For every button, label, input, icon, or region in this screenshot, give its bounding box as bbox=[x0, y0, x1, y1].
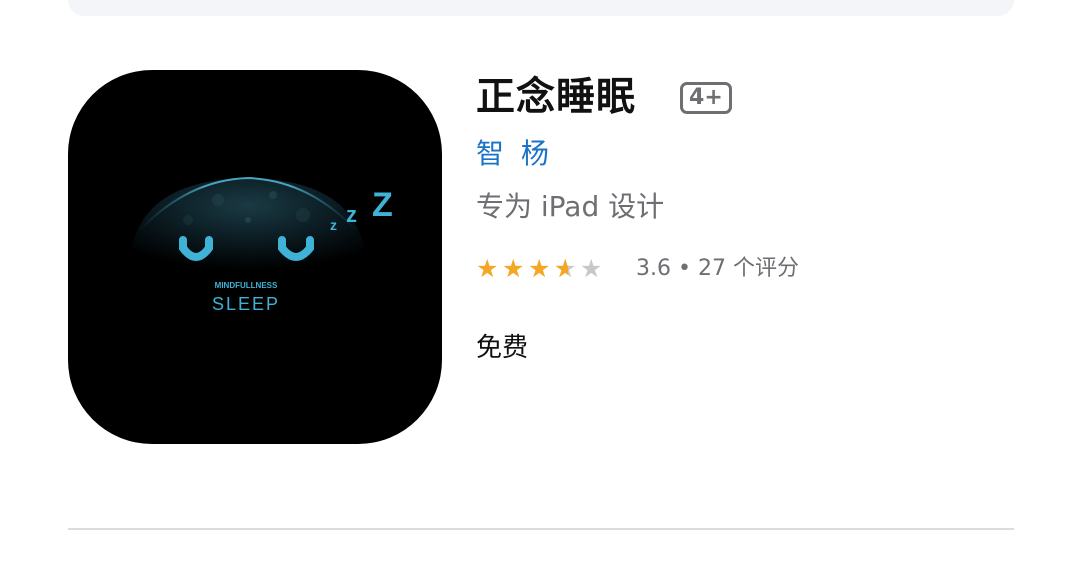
star-icon: ★ bbox=[528, 254, 551, 283]
star-rating: ★ ★ ★ ★ ★ ★ bbox=[476, 254, 606, 284]
planet-crater bbox=[183, 215, 193, 225]
planet-crater bbox=[245, 217, 251, 223]
star-icon: ★ bbox=[502, 254, 525, 283]
developer-link[interactable]: 智 杨 bbox=[476, 135, 553, 173]
planet-crater bbox=[269, 191, 277, 199]
price-label[interactable]: 免费 bbox=[476, 330, 528, 366]
age-rating-badge: 4+ bbox=[680, 82, 732, 114]
icon-brand-large: SLEEP bbox=[212, 294, 280, 314]
planet-crater bbox=[296, 208, 310, 222]
title-row: 正念睡眠 4+ bbox=[476, 72, 732, 124]
divider bbox=[68, 528, 1014, 530]
app-icon-artwork: z z Z MINDFULLNESS SLEEP bbox=[130, 176, 393, 314]
star-empty-icon: ★ bbox=[580, 254, 603, 283]
star-icon: ★ bbox=[476, 254, 499, 283]
star-half-icon: ★ ★ bbox=[554, 254, 577, 283]
previous-card-edge bbox=[68, 0, 1014, 16]
app-icon[interactable]: z z Z MINDFULLNESS SLEEP bbox=[68, 70, 442, 444]
zzz-medium: z bbox=[346, 202, 357, 227]
zzz-small: z bbox=[330, 217, 337, 233]
rating-summary: 3.6 • 27 个评分 bbox=[636, 256, 799, 281]
app-title: 正念睡眠 bbox=[476, 75, 637, 120]
planet-crater bbox=[212, 194, 224, 206]
zzz-large: Z bbox=[372, 186, 393, 224]
icon-brand-small: MINDFULLNESS bbox=[215, 281, 278, 290]
app-subtitle: 专为 iPad 设计 bbox=[476, 190, 665, 223]
rating-row[interactable]: ★ ★ ★ ★ ★ ★ 3.6 • 27 个评分 bbox=[476, 252, 799, 286]
